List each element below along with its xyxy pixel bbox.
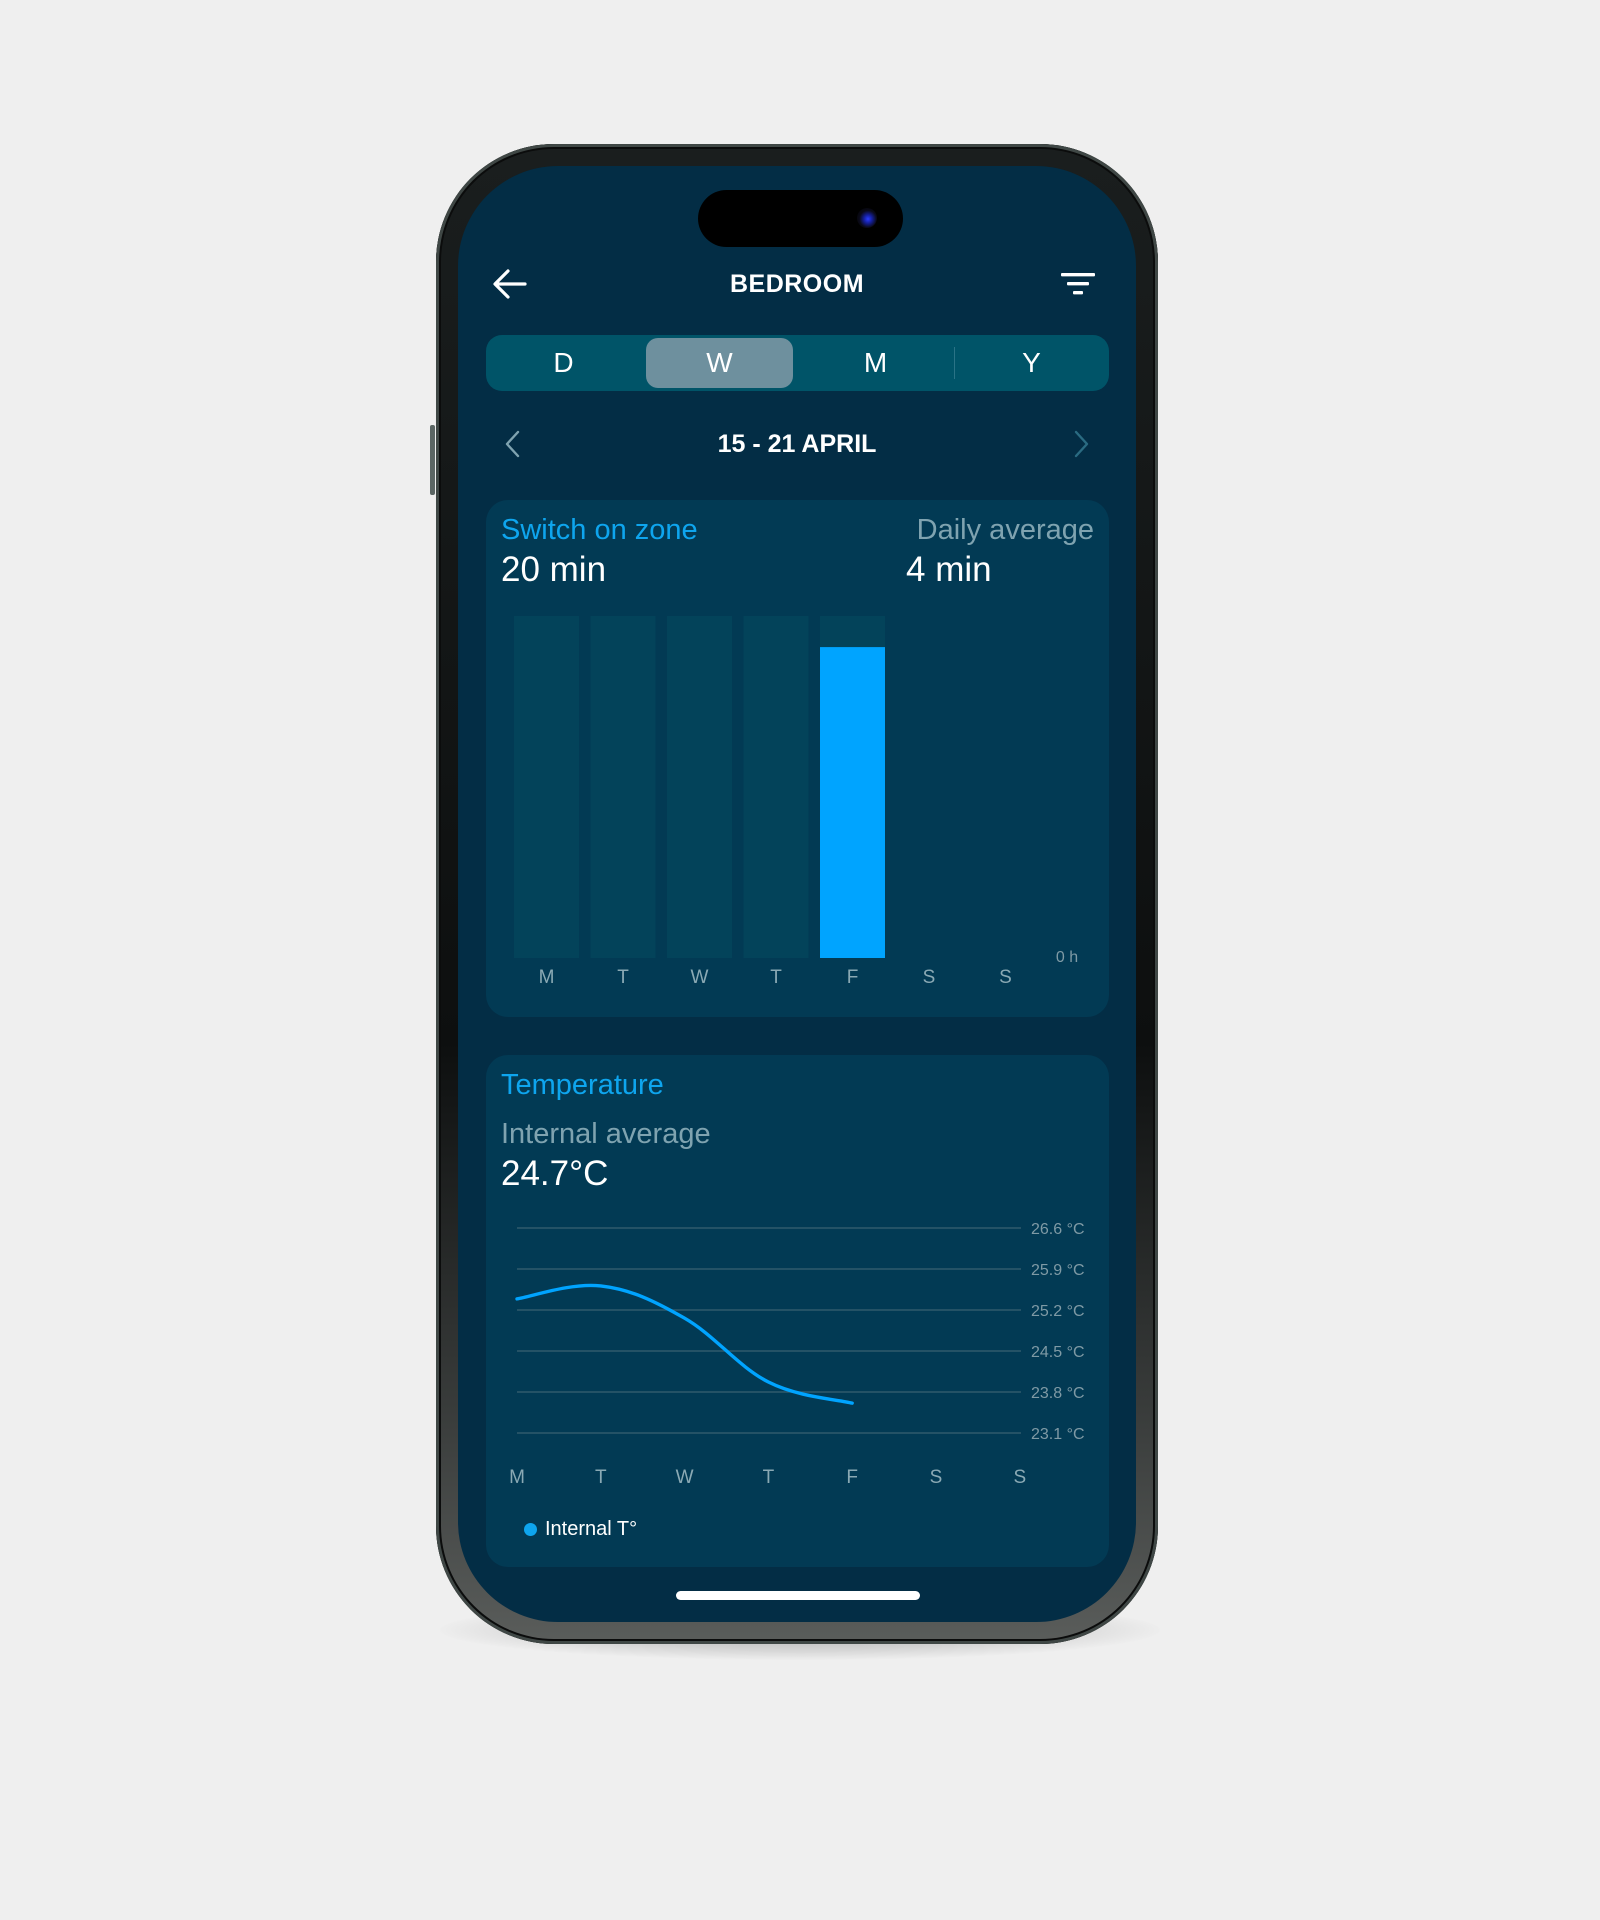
temperature-card: Temperature Internal average 24.7°C 26.6… (486, 1055, 1109, 1567)
period-segmented-control: D W M Y (486, 335, 1109, 391)
home-indicator[interactable] (676, 1591, 920, 1600)
x-tick-label: F (847, 967, 859, 988)
bar-track-0 (514, 616, 579, 958)
y-tick-label: 23.8 °C (1031, 1385, 1085, 1402)
x-tick-label: W (691, 967, 709, 988)
x-tick-label: F (846, 1467, 858, 1488)
y-tick-label: 25.9 °C (1031, 1262, 1085, 1279)
x-tick-label: T (617, 967, 629, 988)
bar-track-1 (590, 616, 656, 958)
dynamic-island (698, 190, 903, 247)
tab-month[interactable]: M (798, 335, 953, 391)
tab-week[interactable]: W (646, 338, 793, 388)
filter-button[interactable] (1060, 270, 1096, 300)
side-button-left (430, 425, 435, 495)
tab-year[interactable]: Y (954, 335, 1109, 391)
app-screen: BEDROOM D W M Y 15 - 21 APRIL Switch on … (458, 166, 1136, 1622)
tab-day[interactable]: D (486, 335, 641, 391)
switch-on-zone-card: Switch on zone 20 min Daily average 4 mi… (486, 500, 1109, 1017)
date-range-label: 15 - 21 APRIL (717, 430, 877, 458)
x-tick-label: S (923, 967, 936, 988)
bar-4[interactable] (820, 647, 885, 958)
legend-label: Internal T° (545, 1518, 638, 1540)
x-tick-label: T (595, 1467, 607, 1488)
y-tick-label: 0 h (1056, 949, 1078, 966)
series-line-internal-temperature[interactable] (515, 1283, 854, 1405)
x-tick-label: W (676, 1467, 694, 1488)
y-tick-label: 26.6 °C (1031, 1221, 1085, 1238)
date-navigator: 15 - 21 APRIL (458, 424, 1136, 464)
chevron-right-icon (1074, 430, 1089, 458)
page-title: BEDROOM (729, 270, 865, 298)
bar-chart-svg: M T W T F S S 0 h (514, 616, 1078, 988)
x-tick-label: T (770, 967, 782, 988)
chart-legend: Internal T° (524, 1518, 637, 1541)
x-tick-label: M (509, 1467, 525, 1488)
y-tick-label: 25.2 °C (1031, 1303, 1085, 1320)
legend-dot-icon (524, 1523, 537, 1536)
y-tick-label: 23.1 °C (1031, 1426, 1085, 1443)
x-tick-label: S (930, 1467, 943, 1488)
line-chart-svg: 26.6 °C 25.9 °C 25.2 °C 24.5 °C 23.8 °C 23.1 … (509, 1221, 1085, 1488)
x-tick-label: M (539, 967, 555, 988)
filter-icon (1061, 273, 1095, 295)
x-tick-label: S (999, 967, 1012, 988)
x-tick-label: T (763, 1467, 775, 1488)
camera-icon (857, 208, 877, 228)
y-tick-label: 24.5 °C (1031, 1344, 1085, 1361)
bar-track-3 (743, 616, 809, 958)
next-period-button[interactable] (1066, 424, 1096, 464)
x-tick-label: S (1013, 1467, 1026, 1488)
bar-track-2 (667, 616, 732, 958)
